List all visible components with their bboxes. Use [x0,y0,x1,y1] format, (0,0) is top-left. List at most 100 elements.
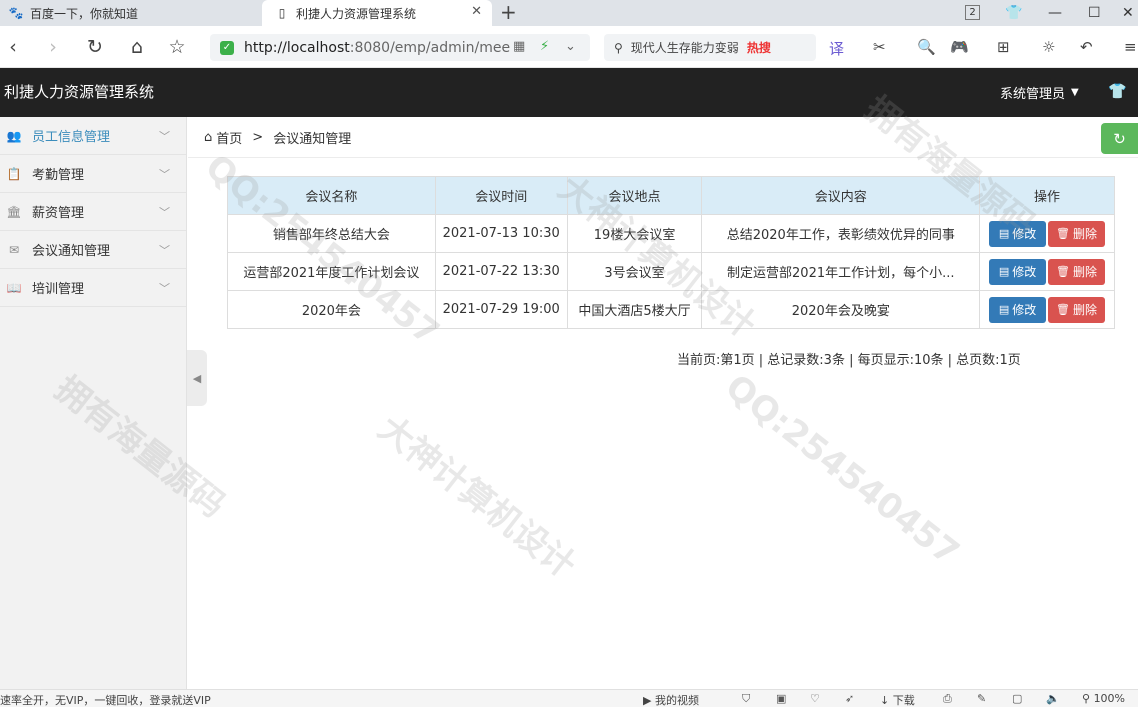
zoom-value: 100% [1093,692,1126,705]
edit-label: 修改 [1012,303,1037,317]
trash-icon: 🗑 [1056,227,1071,240]
close-icon[interactable]: ✕ [471,4,482,19]
row-actions: ▤ 修改 🗑 删除 [979,214,1115,253]
delete-button[interactable]: 🗑 删除 [1048,220,1106,247]
bank-icon: 🏛 [6,204,22,219]
delete-label: 删除 [1073,227,1098,241]
delete-button[interactable]: 🗑 删除 [1048,258,1106,285]
my-video-button[interactable]: ▶ 我的视频 [643,692,699,707]
app-header: 利捷人力资源管理系统 系统管理员 ▼ 👕 [0,68,1138,117]
sidebar-item-label: 薪资管理 [32,206,85,221]
status-promo-text[interactable]: 速率全开，无VIP，一键回收，登录就送VIP [0,692,211,707]
meeting-content: 2020年会及晚宴 [701,290,981,329]
shield-icon: ✓ [220,40,234,55]
sidebar-item-salary[interactable]: 🏛 薪资管理 ﹀ [0,193,186,231]
edit-button[interactable]: ▤ 修改 [989,258,1047,285]
magnifier-icon[interactable]: 🔍 [917,38,936,56]
forward-icon[interactable]: › [40,34,66,60]
back-icon[interactable]: ‹ [0,34,26,60]
zoom-level[interactable]: ⚲ 100% [1082,692,1125,705]
sidebar: 👥 员工信息管理 ﹀ 📋 考勤管理 ﹀ 🏛 薪资管理 ﹀ ✉ 会议通知管理 ﹀ … [0,117,187,689]
edit-button[interactable]: ▤ 修改 [989,296,1047,323]
undo-icon[interactable]: ↶ [1080,38,1093,56]
apps-grid-icon[interactable]: ⊞ [997,38,1010,56]
sidebar-collapse-handle[interactable]: ◀ [187,350,207,406]
chevron-down-icon: ﹀ [159,130,170,143]
printer-icon[interactable]: ⎙ [943,692,952,706]
url-path: :8080/emp/admin/mee [349,39,511,56]
download-icon: ↓ [880,694,893,707]
star-icon[interactable]: ☆ [164,34,190,60]
speaker-icon[interactable]: 🔈 [1046,692,1060,705]
scissors-icon[interactable]: ✂ [873,38,886,56]
meeting-table: 会议名称 会议时间 会议地点 会议内容 操作 销售部年终总结大会 2021-07… [227,176,1115,329]
chevron-down-icon[interactable]: ⌄ [565,39,576,54]
gamepad-icon[interactable]: 🎮 [950,38,969,56]
download-button[interactable]: ↓ 下载 [880,692,915,707]
brush-icon[interactable]: ✎ [977,692,986,705]
clipboard-icon: 📋 [6,166,22,181]
refresh-button[interactable]: ↻ [1101,123,1138,154]
address-bar[interactable]: ✓ http://localhost :8080/emp/admin/mee ▦… [210,34,590,61]
skin-icon[interactable]: 👕 [1005,0,1022,26]
chevron-down-icon: ﹀ [159,206,170,219]
book-icon: 📖 [6,280,22,295]
heart-icon[interactable]: ♡ [810,692,820,705]
meeting-name: 销售部年终总结大会 [227,214,436,253]
menu-icon[interactable]: ≡ [1124,38,1137,56]
translate-icon[interactable]: 译 [829,38,844,59]
sidebar-item-label: 员工信息管理 [32,130,111,145]
shield-status-icon[interactable]: ⛉ [742,692,750,706]
sidebar-item-employee-info[interactable]: 👥 员工信息管理 ﹀ [0,117,186,155]
breadcrumb-home-link[interactable]: 首页 [216,128,242,147]
chevron-down-icon: ▼ [1071,87,1079,98]
watermark-text: QQ:254540457 [717,366,967,574]
maximize-icon[interactable]: ☐ [1088,0,1101,26]
close-window-icon[interactable]: ✕ [1122,0,1134,26]
refresh-icon: ↻ [1113,129,1126,148]
chevron-left-icon: ◀ [192,371,202,385]
sidebar-item-meeting[interactable]: ✉ 会议通知管理 ﹀ [0,231,186,269]
tab-count-badge[interactable]: 2 [965,5,980,20]
chevron-down-icon: ﹀ [159,282,170,295]
theme-icon[interactable]: 👕 [1108,82,1127,100]
trash-icon: 🗑 [1056,303,1071,316]
browser-search-box[interactable]: ⚲ 现代人生存能力变弱 热搜 [604,34,816,61]
delete-label: 删除 [1073,265,1098,279]
page-icon: ▯ [278,6,286,20]
sidebar-item-training[interactable]: 📖 培训管理 ﹀ [0,269,186,307]
browser-tab-bar: 🐾 百度一下，你就知道 ▯ 利捷人力资源管理系统 ✕ + 2 👕 — ☐ ✕ [0,0,1138,26]
qr-icon[interactable]: ▦ [513,39,525,54]
reload-icon[interactable]: ↻ [82,34,108,60]
image-icon[interactable]: ▣ [776,692,786,705]
meeting-place: 3号会议室 [566,252,703,291]
search-text: 现代人生存能力变弱 [630,41,739,55]
rocket-icon[interactable]: ➶ [845,692,854,705]
user-menu[interactable]: 系统管理员 ▼ [1000,83,1079,102]
meeting-time: 2021-07-13 10:30 [434,214,568,253]
sidebar-item-attendance[interactable]: 📋 考勤管理 ﹀ [0,155,186,193]
my-video-label: 我的视频 [654,694,699,707]
brightness-icon[interactable]: ☼ [1042,38,1055,56]
home-button-icon[interactable]: ⌂ [124,34,150,60]
edit-icon: ▤ [998,265,1010,278]
envelope-icon: ✉ [8,242,20,257]
new-tab-button[interactable]: + [500,1,517,23]
edit-button[interactable]: ▤ 修改 [989,220,1047,247]
minimize-icon[interactable]: — [1048,0,1062,26]
window-icon[interactable]: ▢ [1012,692,1022,705]
table-row: 2020年会 2021-07-29 19:00 中国大酒店5楼大厅 2020年会… [227,290,1115,329]
tab-title: 百度一下，你就知道 [30,6,139,21]
app-title: 利捷人力资源管理系统 [4,83,155,101]
browser-tab-baidu[interactable]: 🐾 百度一下，你就知道 [0,0,262,26]
delete-button[interactable]: 🗑 删除 [1048,296,1106,323]
meeting-place: 19楼大会议室 [566,214,703,253]
edit-icon: ▤ [998,303,1010,316]
delete-label: 删除 [1073,303,1098,317]
meeting-time: 2021-07-22 13:30 [434,252,568,291]
bolt-icon[interactable]: ⚡ [540,39,549,54]
browser-tab-app[interactable]: ▯ 利捷人力资源管理系统 ✕ [262,0,492,26]
column-header-actions: 操作 [979,176,1115,215]
pagination-info: 当前页:第1页 | 总记录数:3条 | 每页显示:10条 | 总页数:1页 [677,353,1021,368]
edit-icon: ▤ [998,227,1010,240]
